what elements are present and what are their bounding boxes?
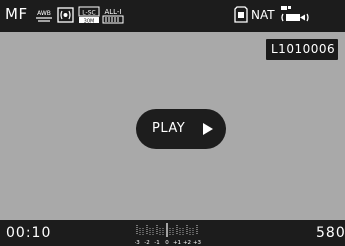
video-mode-icon <box>281 6 309 22</box>
svg-text:L-SC: L-SC <box>82 9 95 16</box>
codec-icon: ALL-I <box>102 8 124 24</box>
remaining-shots-count: 580 <box>316 225 345 241</box>
codec-text: ALL-I <box>104 8 121 16</box>
focus-mode-label: MF <box>5 5 28 23</box>
file-name-box: L1010006 <box>266 39 338 60</box>
ev-label-zero: 0 <box>165 240 169 246</box>
play-icon <box>203 123 213 135</box>
white-balance-icon: AWB <box>36 10 52 22</box>
ev-label-plus2: +2 <box>183 240 191 246</box>
video-format-icon: L-SC 30M <box>78 6 100 24</box>
white-balance-text: AWB <box>37 10 51 17</box>
play-button[interactable]: PLAY <box>136 109 226 149</box>
ev-label-plus1: +1 <box>173 240 181 246</box>
clip-duration: 00:10 <box>6 225 52 241</box>
memory-card-icon <box>234 6 248 23</box>
svg-text:30M: 30M <box>84 18 95 24</box>
ev-label-minus2: -2 <box>144 240 149 246</box>
file-name: L1010006 <box>271 42 336 56</box>
play-label: PLAY <box>152 121 186 136</box>
top-status-bar: MF AWB L-SC 30M ALL-I NAT <box>0 0 345 32</box>
ev-label-plus3: +3 <box>193 240 202 246</box>
exposure-scale-icon: -3 -2 -1 0 +1 +2 +3 <box>135 223 202 246</box>
ev-label-minus3: -3 <box>135 240 140 246</box>
metering-mode-icon <box>57 7 74 23</box>
camera-playback-screen: MF AWB L-SC 30M ALL-I NAT L1010006 PLAY … <box>0 0 345 246</box>
ev-label-minus1: -1 <box>154 240 159 246</box>
film-style-label: NAT <box>251 8 275 22</box>
